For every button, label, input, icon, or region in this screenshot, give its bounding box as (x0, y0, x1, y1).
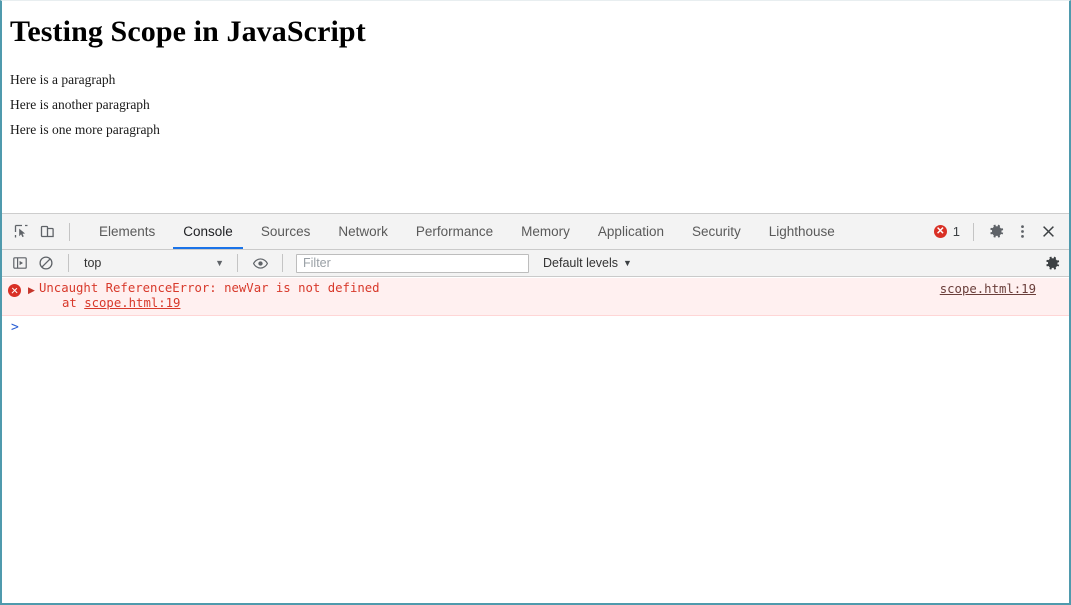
rendered-page-content: Testing Scope in JavaScript Here is a pa… (2, 1, 1069, 213)
chevron-down-icon: ▼ (623, 258, 632, 268)
browser-window: Testing Scope in JavaScript Here is a pa… (0, 0, 1071, 605)
console-context-value: top (84, 256, 102, 270)
console-error-text: Uncaught ReferenceError: newVar is not d… (39, 281, 380, 295)
device-toolbar-icon[interactable] (34, 219, 60, 245)
more-options-icon[interactable] (1009, 219, 1035, 245)
console-prompt-input[interactable] (19, 320, 1061, 335)
console-source-link[interactable]: scope.html:19 (940, 282, 1036, 297)
settings-gear-icon[interactable] (983, 219, 1009, 245)
console-message-list: ▶ Uncaught ReferenceError: newVar is not… (2, 278, 1069, 603)
clear-console-icon[interactable] (33, 250, 59, 276)
tab-label: Memory (521, 224, 570, 239)
tab-elements[interactable]: Elements (85, 214, 169, 249)
tab-sources[interactable]: Sources (247, 214, 325, 249)
console-error-message[interactable]: ▶ Uncaught ReferenceError: newVar is not… (2, 278, 1069, 316)
tab-label: Security (691, 224, 741, 239)
tab-label: Application (597, 224, 664, 239)
live-expression-eye-icon[interactable] (247, 250, 273, 276)
toolbar-divider (69, 222, 70, 241)
tab-network[interactable]: Network (324, 214, 402, 249)
tab-label: Console (183, 224, 233, 239)
devtools-panel: Elements Console Sources Network Perform… (2, 213, 1069, 603)
error-count: 1 (952, 224, 960, 239)
console-filter-toolbar: top ▼ Default levels ▼ (2, 250, 1069, 277)
stack-source-link[interactable]: scope.html:19 (84, 296, 180, 310)
error-count-badge[interactable]: ✕ 1 (933, 224, 960, 239)
toolbar-divider (237, 254, 238, 272)
console-context-selector[interactable]: top ▼ (78, 253, 228, 273)
log-levels-label: Default levels (543, 256, 619, 270)
console-error-stack: at scope.html:19 (40, 296, 380, 311)
console-log-levels-dropdown[interactable]: Default levels ▼ (543, 256, 632, 270)
devtools-tab-list: Elements Console Sources Network Perform… (85, 214, 849, 249)
console-filter-input[interactable] (296, 253, 529, 273)
tab-console[interactable]: Console (169, 214, 247, 249)
console-filter-actions (1039, 250, 1065, 276)
tab-application[interactable]: Application (584, 214, 678, 249)
tab-security[interactable]: Security (678, 214, 755, 249)
error-icon: ✕ (933, 225, 947, 238)
page-paragraph-list: Here is a paragraph Here is another para… (10, 67, 1061, 142)
stack-prefix: at (62, 296, 85, 310)
toolbar-divider (282, 254, 283, 272)
console-error-body: Uncaught ReferenceError: newVar is not d… (39, 281, 380, 311)
toolbar-divider (973, 222, 974, 241)
page-paragraph: Here is one more paragraph (10, 122, 160, 137)
inspect-element-icon[interactable] (8, 219, 34, 245)
tab-label: Network (338, 224, 388, 239)
console-settings-gear-icon[interactable] (1039, 250, 1065, 276)
tab-label: Elements (99, 224, 156, 239)
close-devtools-icon[interactable] (1035, 219, 1061, 245)
tab-memory[interactable]: Memory (507, 214, 584, 249)
console-sidebar-toggle-icon[interactable] (7, 250, 33, 276)
error-icon (8, 284, 21, 297)
devtools-tabbar-actions: ✕ 1 (933, 219, 1065, 245)
page-paragraph: Here is another paragraph (10, 97, 150, 112)
toolbar-divider (68, 254, 69, 272)
tab-lighthouse[interactable]: Lighthouse (755, 214, 849, 249)
devtools-tabbar: Elements Console Sources Network Perform… (2, 214, 1069, 250)
tab-label: Lighthouse (768, 224, 835, 239)
tab-label: Sources (260, 224, 311, 239)
page-title: Testing Scope in JavaScript (10, 15, 366, 48)
prompt-chevron-icon: > (11, 320, 19, 335)
console-prompt-row[interactable]: > (2, 316, 1069, 340)
tab-performance[interactable]: Performance (402, 214, 507, 249)
tab-label: Performance (415, 224, 494, 239)
chevron-down-icon: ▼ (215, 258, 224, 268)
page-paragraph: Here is a paragraph (10, 72, 116, 87)
